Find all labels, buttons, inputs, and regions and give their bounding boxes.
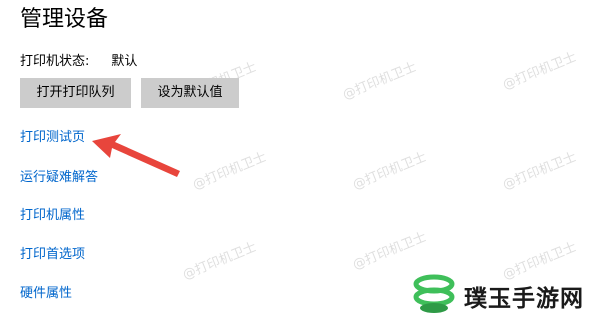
brand-name: 璞玉手游网	[464, 286, 584, 312]
brand-logo: 璞玉手游网	[408, 270, 598, 316]
brand-mark-icon	[413, 274, 455, 313]
